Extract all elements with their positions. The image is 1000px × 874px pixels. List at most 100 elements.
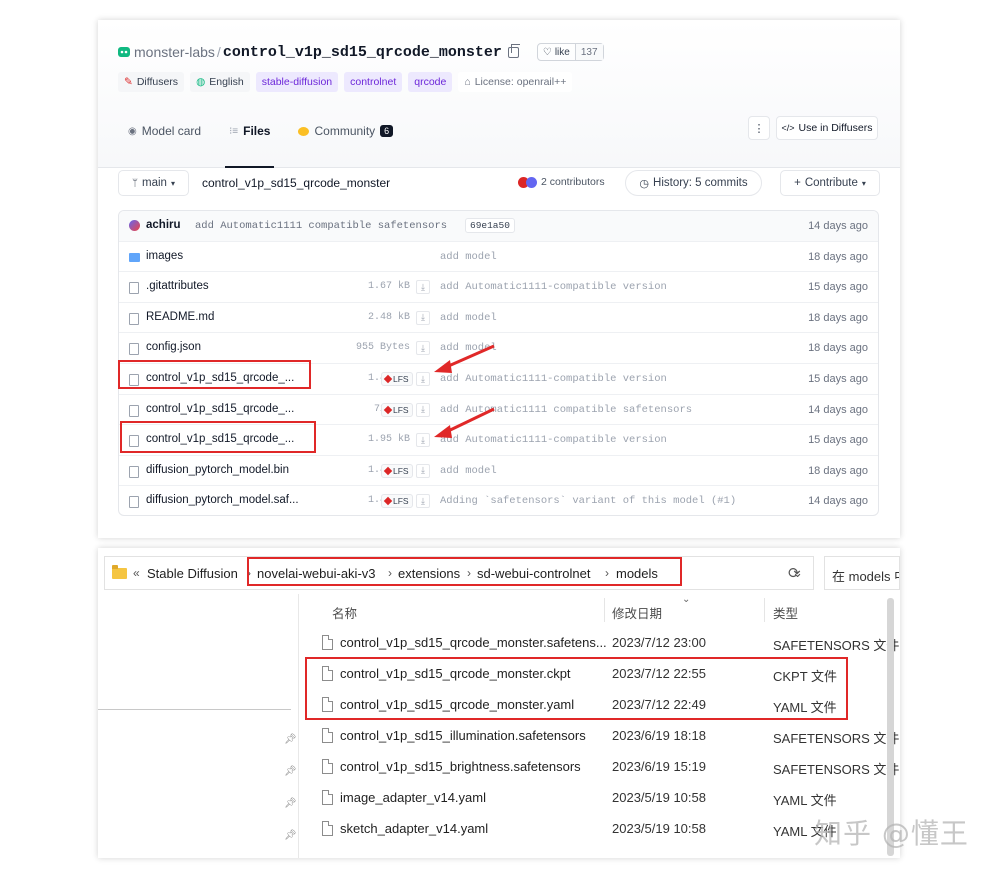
file-name[interactable]: README.md xyxy=(146,311,214,323)
explorer-file-name: image_adapter_v14.yaml xyxy=(340,790,486,805)
file-size: 2.48 kB xyxy=(367,311,410,323)
file-icon xyxy=(322,728,333,743)
tab-community[interactable]: Community 6 xyxy=(298,116,394,146)
contribute-label: Contribute xyxy=(804,177,858,189)
lfs-icon xyxy=(383,405,393,414)
breadcrumb-segment[interactable]: Stable Diffusion xyxy=(147,566,238,581)
file-row[interactable]: .gitattributes 1.67 kB ⤓ add Automatic1111-… xyxy=(119,272,878,303)
explorer-file-row[interactable]: control_v1p_sd15_illumination.safetensor… xyxy=(303,721,899,752)
contributors-link[interactable]: 2 contributors xyxy=(518,176,605,188)
file-row[interactable]: README.md 2.48 kB ⤓ add model 18 days ago xyxy=(119,303,878,334)
like-button[interactable]: ♡ like 137 xyxy=(536,43,604,61)
explorer-file-date: 2023/6/19 15:19 xyxy=(612,759,706,774)
use-in-diffusers-button[interactable]: </> Use in Diffusers xyxy=(776,116,878,140)
explorer-file-row[interactable]: control_v1p_sd15_qrcode_monster.safetens… xyxy=(303,628,899,659)
file-name[interactable]: control_v1p_sd15_qrcode_... xyxy=(146,403,294,415)
pin-icon[interactable]: 📌︎ xyxy=(284,830,297,841)
file-commit-message[interactable]: add model xyxy=(440,312,497,324)
column-header-name[interactable]: 名称 xyxy=(332,603,357,622)
download-icon[interactable]: ⤓ xyxy=(416,280,430,295)
file-commit-message[interactable]: add model xyxy=(440,251,497,263)
commit-message[interactable]: add Automatic1111 compatible safetensors xyxy=(195,220,447,232)
files-icon: ⁝≡ xyxy=(229,125,239,137)
file-date: 14 days ago xyxy=(808,495,868,508)
file-row[interactable]: images add model 18 days ago xyxy=(119,242,878,273)
tab-files[interactable]: ⁝≡ Files xyxy=(225,116,275,168)
commit-hash[interactable]: 69e1a50 xyxy=(465,218,515,233)
file-size: 955 Bytes xyxy=(355,342,410,354)
tag-stable-diffusion[interactable]: stable-diffusion xyxy=(255,72,339,92)
pin-icon[interactable]: 📌︎ xyxy=(284,798,297,809)
heart-icon: ♡ xyxy=(542,46,552,58)
branch-selector[interactable]: ᛘ main ▾ xyxy=(118,170,189,196)
tag-qrcode[interactable]: qrcode xyxy=(408,72,453,92)
download-icon[interactable]: ⤓ xyxy=(416,402,430,417)
pin-icon[interactable]: 📌︎ xyxy=(284,766,297,777)
last-commit-row: achiru add Automatic1111 compatible safe… xyxy=(119,211,878,242)
column-divider[interactable] xyxy=(604,598,605,622)
explorer-file-type: SAFETENSORS 文件 xyxy=(773,731,900,746)
repo-tabs: ◉ Model card ⁝≡ Files Community 6 xyxy=(128,116,394,168)
tab-model-card[interactable]: ◉ Model card xyxy=(128,116,201,146)
lfs-label: LFS xyxy=(393,374,409,384)
overflow-chevron-icon[interactable]: « xyxy=(133,566,140,580)
column-header-date[interactable]: 修改日期 xyxy=(612,603,662,622)
pin-icon[interactable]: 📌︎ xyxy=(284,734,297,745)
tag-license-openrail[interactable]: ⌂ License: openrail++ xyxy=(458,72,573,92)
explorer-file-row[interactable]: control_v1p_sd15_brightness.safetensors 2… xyxy=(303,752,899,783)
repo-header: monster-labs / control_v1p_sd15_qrcode_m… xyxy=(98,20,900,168)
file-date: 18 days ago xyxy=(808,464,868,477)
file-date: 15 days ago xyxy=(808,281,868,294)
explorer-file-date: 2023/5/19 10:58 xyxy=(612,790,706,805)
tab-model-card-label: Model card xyxy=(141,124,202,138)
download-icon[interactable]: ⤓ xyxy=(416,433,430,448)
file-name[interactable]: config.json xyxy=(146,341,201,353)
highlight-box xyxy=(247,557,682,586)
explorer-file-type: SAFETENSORS 文件 xyxy=(773,638,900,653)
explorer-file-type: YAML 文件 xyxy=(773,793,837,808)
file-row[interactable]: diffusion_pytorch_model.saf...1.45 GB⤓LF… xyxy=(119,486,878,515)
refresh-icon[interactable]: ⟳ xyxy=(788,564,801,582)
file-name[interactable]: diffusion_pytorch_model.saf... xyxy=(146,494,299,506)
file-date: 18 days ago xyxy=(808,250,868,263)
download-icon[interactable]: ⤓ xyxy=(416,463,430,478)
column-divider[interactable] xyxy=(764,598,765,622)
contribute-button[interactable]: + Contribute ▾ xyxy=(780,170,880,196)
explorer-file-row[interactable]: image_adapter_v14.yaml 2023/5/19 10:58 YAM… xyxy=(303,783,893,814)
file-icon xyxy=(129,312,139,325)
use-in-diffusers-label: Use in Diffusers xyxy=(798,122,873,134)
download-icon[interactable]: ⤓ xyxy=(416,310,430,325)
red-arrow-icon xyxy=(434,407,495,438)
repo-name[interactable]: control_v1p_sd15_qrcode_monster xyxy=(223,44,502,61)
history-button[interactable]: ◷ History: 5 commits xyxy=(625,170,762,196)
commit-author[interactable]: achiru xyxy=(146,219,181,231)
file-name[interactable]: images xyxy=(146,250,183,262)
download-icon[interactable]: ⤓ xyxy=(416,494,430,509)
tag-controlnet[interactable]: controlnet xyxy=(344,72,403,92)
copy-icon[interactable] xyxy=(507,43,520,58)
code-icon: </> xyxy=(781,123,795,133)
tag-diffusers[interactable]: ✎ Diffusers xyxy=(118,72,185,92)
file-size: 1.95 kB xyxy=(367,434,410,446)
file-icon xyxy=(322,635,333,650)
explorer-file-row[interactable]: sketch_adapter_v14.yaml 2023/5/19 10:58 YA… xyxy=(303,814,893,845)
tag-english[interactable]: ◍ English xyxy=(190,72,250,92)
file-name[interactable]: diffusion_pytorch_model.bin xyxy=(146,464,289,476)
org-link[interactable]: monster-labs xyxy=(134,44,215,60)
branch-icon: ᛘ xyxy=(132,177,139,189)
file-row[interactable]: diffusion_pytorch_model.bin1.45 GB⤓LFSad… xyxy=(119,456,878,487)
download-icon[interactable]: ⤓ xyxy=(416,372,430,386)
file-date: 18 days ago xyxy=(808,342,868,355)
download-icon[interactable]: ⤓ xyxy=(416,341,430,356)
contributors-label: 2 contributors xyxy=(541,176,605,188)
column-header-type[interactable]: 类型 xyxy=(773,603,798,622)
search-input[interactable]: 在 models 中 xyxy=(824,556,900,590)
more-options-button[interactable]: ⋮ xyxy=(748,116,770,140)
file-commit-message[interactable]: add Automatic1111-compatible version xyxy=(440,281,667,293)
file-commit-message[interactable]: add model xyxy=(440,465,497,477)
huggingface-repo-panel: monster-labs / control_v1p_sd15_qrcode_m… xyxy=(98,20,900,538)
like-count: 137 xyxy=(574,44,603,60)
file-name[interactable]: .gitattributes xyxy=(146,280,209,292)
highlight-box xyxy=(118,360,311,389)
file-commit-message[interactable]: Adding `safetensors` variant of this mod… xyxy=(440,495,736,507)
